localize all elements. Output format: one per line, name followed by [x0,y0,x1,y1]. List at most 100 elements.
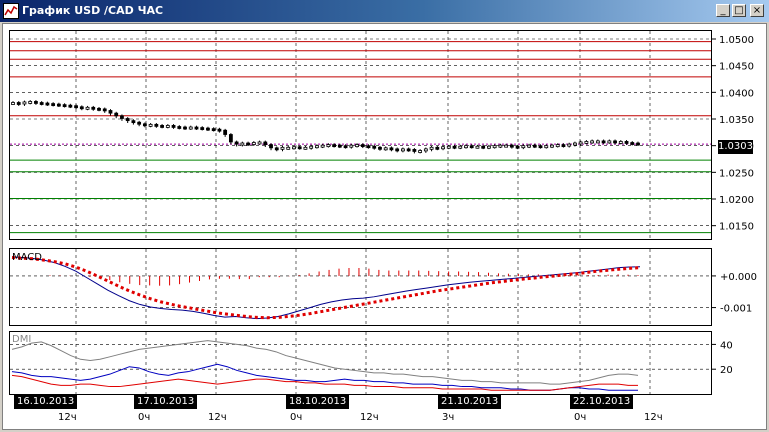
candle-body [160,125,164,128]
close-button[interactable]: × [750,4,764,17]
candle-body [28,101,33,104]
hour-label: 0ч [574,412,587,423]
candle-body [378,146,382,150]
candle-body [257,141,262,145]
hour-label: 12ч [208,412,227,423]
date-label: 18.10.2013 [286,395,350,409]
candle-body [555,144,560,148]
candle-body [504,144,509,148]
candle-body [51,103,56,106]
date-label: 21.10.2013 [438,395,502,409]
candle-body [595,140,600,144]
candle-body [97,107,101,111]
candle-body [79,106,84,110]
candle-body [200,127,205,130]
candle-body [125,118,130,122]
hour-label: 0ч [290,412,303,423]
candle-body [183,126,187,130]
candle-body [423,148,428,152]
candle-body [108,110,113,114]
candle-body [538,145,543,149]
candle-body [521,145,526,149]
candle-body [355,144,359,148]
candle-body [74,105,78,109]
candle-body [16,102,21,105]
candle-body [584,141,589,144]
candle-body [590,140,595,144]
price-tick-label: 1.0450 [719,62,754,73]
candle-body [194,126,199,130]
candle-body [601,140,606,144]
hour-label: 12ч [644,412,663,423]
date-label: 16.10.2013 [14,395,78,409]
candle-body [137,121,142,125]
candle-body [527,144,531,148]
candle-body [165,125,170,128]
candle-body [263,141,268,146]
candle-body [286,146,291,150]
price-panel[interactable] [9,30,712,240]
candle-body [401,148,405,152]
candle-body [246,142,250,146]
price-tick-label: 1.0250 [719,168,754,179]
candle-body [464,145,468,149]
maximize-button[interactable]: □ [732,4,746,17]
candle-body [578,141,583,145]
dmi-tick-label: 40 [720,340,733,351]
candle-body [228,134,233,143]
candle-body [630,142,635,145]
window-title: График USD /CAD ЧАС [22,4,164,17]
candle-body [481,145,486,149]
macd-line [11,256,641,320]
candle-body [303,146,308,150]
candle-body [544,145,549,149]
dmi-tick-label: 20 [720,365,733,376]
candle-body [475,145,480,149]
candle-body [251,142,256,145]
candle-body [435,146,440,150]
price-chart [10,31,711,239]
macd-axis: +0.000 -0.001 [712,248,767,326]
candle-body [102,108,107,112]
candle-body [91,106,96,110]
candle-body [550,144,554,148]
candle-body [498,144,503,148]
candle-body [68,104,73,108]
candle-body [372,145,377,149]
candle-body [349,144,354,148]
chart-window-icon [3,3,19,19]
candle-body [366,145,371,149]
candle-body [154,123,159,127]
dmi-panel[interactable]: DMI [9,331,712,395]
candle-body [120,115,124,119]
candle-body [45,102,50,106]
price-tick-label: 1.0200 [719,195,754,206]
candle-body [234,141,239,145]
candle-body [85,106,90,110]
candle-body [532,144,537,148]
candle-body [487,145,491,149]
price-tick-label: 1.0500 [719,35,754,46]
candle-body [389,147,394,151]
candle-body [56,103,61,107]
price-tick-label: 1.0400 [719,88,754,99]
hour-label: 0ч [138,412,151,423]
dmi-axis-labels: 40 20 [712,340,733,376]
macd-tick-label: -0.001 [720,304,752,315]
minimize-button[interactable]: _ [716,4,730,17]
window-titlebar[interactable]: График USD /CAD ЧАС _ □ × [0,0,769,22]
candle-body [492,145,497,149]
candle-body [211,128,216,132]
candle-body [171,125,176,128]
candle-body [441,146,445,150]
candle-body [446,145,451,149]
candle-body [337,144,342,148]
candle-body [292,146,296,150]
macd-panel[interactable]: MACD [9,248,712,326]
candle-body [217,128,222,132]
candle-body [418,150,423,153]
price-axis: 1.05001.04501.04001.03501.03001.02501.02… [712,30,767,240]
candle-body [223,129,228,135]
candle-body [636,142,640,146]
candle-body [314,145,319,149]
